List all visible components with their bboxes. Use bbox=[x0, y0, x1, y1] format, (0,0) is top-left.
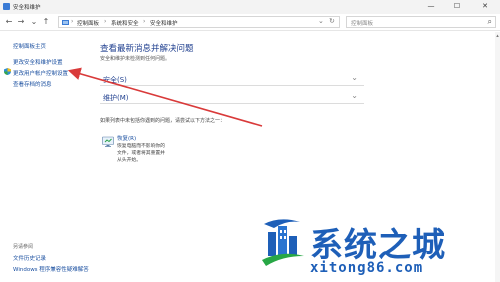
sidebar-item-change-security-settings[interactable]: 更改安全和维护设置 bbox=[13, 58, 63, 66]
refresh-icon[interactable]: ↻ bbox=[329, 17, 335, 25]
window-title: 安全和维护 bbox=[13, 5, 41, 11]
minimize-button[interactable]: — bbox=[420, 1, 442, 12]
address-box[interactable]: › 控制面板 › 系统和安全 › 安全和维护 ⌄ ↻ bbox=[58, 16, 340, 28]
breadcrumb-separator: › bbox=[104, 18, 107, 25]
troubleshoot-hint: 如果列表中未包括你遇到的问题，请尝试以下方法之一： bbox=[100, 118, 226, 124]
breadcrumb-separator: › bbox=[71, 18, 74, 25]
forward-icon[interactable]: → bbox=[15, 16, 27, 28]
address-dropdown-icon[interactable]: ⌄ bbox=[318, 17, 324, 25]
sidebar-item-archived-messages[interactable]: 查看存档的消息 bbox=[13, 80, 52, 88]
city-logo-icon bbox=[262, 219, 304, 266]
control-panel-icon bbox=[62, 20, 69, 25]
recovery-desc-line: 从头开始。 bbox=[117, 158, 141, 163]
sidebar-link-compat-troubleshooter[interactable]: Windows 程序兼容性疑难解答 bbox=[13, 265, 89, 273]
back-icon[interactable]: ← bbox=[3, 16, 15, 28]
sidebar-home-link[interactable]: 控制面板主页 bbox=[13, 42, 46, 50]
watermark-logo: 系统之城 xitong86.com bbox=[258, 214, 498, 280]
page-title: 查看最新消息并解决问题 bbox=[100, 44, 194, 54]
search-input[interactable]: 控制面板 bbox=[351, 19, 373, 27]
app-icon bbox=[3, 3, 10, 10]
title-bar: 安全和维护 — ☐ ✕ bbox=[0, 0, 500, 14]
sidebar: 控制面板主页 更改安全和维护设置 更改用户帐户控制设置 查看存档的消息 另请参阅… bbox=[0, 32, 92, 282]
recovery-icon bbox=[102, 136, 114, 147]
maximize-button[interactable]: ☐ bbox=[446, 1, 468, 12]
up-icon[interactable]: ↑ bbox=[40, 16, 52, 28]
watermark-cn: 系统之城 bbox=[310, 225, 446, 264]
see-also-heading: 另请参阅 bbox=[13, 244, 34, 250]
recovery-desc-line: 恢复电脑而不影响你的 bbox=[117, 144, 165, 149]
recovery-link[interactable]: 恢复(R) bbox=[117, 134, 136, 142]
section-security-label: 安全(S) bbox=[103, 76, 127, 84]
section-maintenance[interactable]: 维护(M) ⌄ bbox=[100, 90, 364, 104]
chevron-down-icon[interactable]: ⌄ bbox=[351, 91, 358, 100]
watermark-url: xitong86.com bbox=[310, 260, 424, 276]
section-maintenance-label: 维护(M) bbox=[103, 94, 129, 102]
sidebar-item-change-uac-settings[interactable]: 更改用户帐户控制设置 bbox=[13, 69, 68, 77]
search-box[interactable]: 控制面板 ⌕ bbox=[346, 16, 496, 28]
close-button[interactable]: ✕ bbox=[474, 1, 496, 12]
uac-shield-icon bbox=[4, 68, 11, 75]
section-security[interactable]: 安全(S) ⌄ bbox=[100, 72, 364, 86]
scroll-up-icon[interactable]: ▴ bbox=[495, 33, 500, 39]
breadcrumb-control-panel[interactable]: 控制面板 bbox=[77, 19, 99, 27]
breadcrumb-system-security[interactable]: 系统和安全 bbox=[111, 19, 139, 27]
page-subtitle: 安全和维护未检测到任何问题。 bbox=[100, 56, 171, 62]
breadcrumb-separator: › bbox=[143, 18, 146, 25]
address-toolbar: ← → ⌄ ↑ › 控制面板 › 系统和安全 › 安全和维护 ⌄ ↻ 控制面板 … bbox=[0, 14, 500, 31]
search-icon: ⌕ bbox=[487, 17, 492, 26]
sidebar-link-file-history[interactable]: 文件历史记录 bbox=[13, 254, 46, 262]
recent-dropdown-icon[interactable]: ⌄ bbox=[28, 16, 40, 28]
recovery-desc-line: 文件，或者将其重置并 bbox=[117, 151, 165, 156]
chevron-down-icon[interactable]: ⌄ bbox=[351, 73, 358, 82]
breadcrumb-security-maintenance[interactable]: 安全和维护 bbox=[150, 19, 178, 27]
